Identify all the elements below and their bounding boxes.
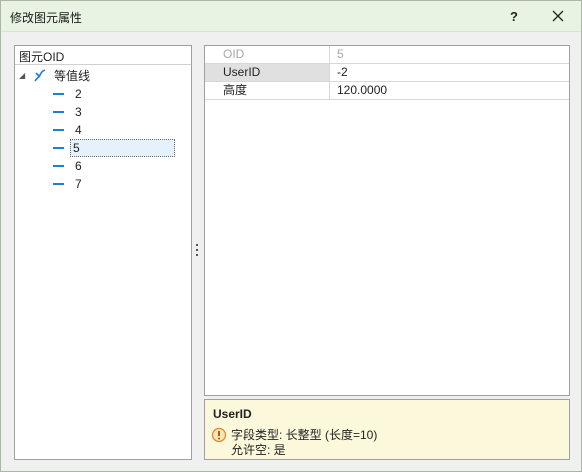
line-feature-icon: [53, 93, 64, 95]
description-nullable: 允许空: 是: [231, 443, 286, 457]
tree-item-6[interactable]: 6: [53, 157, 191, 175]
contour-line-icon: [34, 69, 46, 82]
close-icon: [552, 10, 564, 22]
tree-item-5[interactable]: 5: [53, 139, 191, 157]
info-warning-icon: [211, 427, 227, 443]
property-name: UserID: [205, 64, 330, 81]
tree-root-item[interactable]: ◢ 等值线: [19, 67, 189, 85]
property-value: 5: [337, 47, 344, 61]
line-feature-icon: [53, 147, 64, 149]
property-description-panel: UserID 字段类型: 长整型 (长度=10) 允许空: 是: [204, 399, 570, 460]
tree-item-label: 2: [75, 87, 82, 101]
tree-header-label: 图元OID: [19, 50, 65, 64]
dialog-window: 修改图元属性 ? 图元OID ◢ 等值线 2 3 4 5 6 7 OID 5 U…: [0, 0, 582, 472]
property-grid[interactable]: OID 5 UserID -2 高度 120.0000: [204, 45, 570, 396]
tree-item-3[interactable]: 3: [53, 103, 191, 121]
tree-item-label: 7: [75, 177, 82, 191]
property-name: 高度: [205, 82, 330, 99]
oid-tree-panel[interactable]: 图元OID ◢ 等值线 2 3 4 5 6 7: [14, 45, 192, 460]
tree-item-label: 4: [75, 123, 82, 137]
close-button[interactable]: [541, 1, 575, 31]
description-title: UserID: [213, 407, 252, 421]
line-feature-icon: [53, 165, 64, 167]
tree-item-label: 6: [75, 159, 82, 173]
collapse-arrow-icon[interactable]: ◢: [19, 67, 29, 85]
tree-item-label: 3: [75, 105, 82, 119]
line-feature-icon: [53, 129, 64, 131]
line-feature-icon: [53, 111, 64, 113]
property-row-oid: OID 5: [205, 46, 569, 64]
property-row-userid[interactable]: UserID -2: [205, 64, 569, 82]
tree-item-7[interactable]: 7: [53, 175, 191, 193]
dialog-title: 修改图元属性: [10, 11, 83, 25]
property-value-field[interactable]: 120.0000: [334, 82, 569, 99]
tree-item-2[interactable]: 2: [53, 85, 191, 103]
panel-splitter-handle[interactable]: [196, 244, 199, 258]
tree-item-4[interactable]: 4: [53, 121, 191, 139]
property-name: OID: [205, 46, 330, 63]
tree-item-label: 5: [70, 139, 175, 157]
property-value-field[interactable]: -2: [334, 64, 569, 81]
tree-header: 图元OID: [15, 46, 191, 65]
help-button[interactable]: ?: [497, 1, 531, 31]
property-row-height[interactable]: 高度 120.0000: [205, 82, 569, 100]
line-feature-icon: [53, 183, 64, 185]
title-bar: 修改图元属性 ?: [1, 1, 581, 32]
tree-root-label: 等值线: [54, 69, 91, 83]
